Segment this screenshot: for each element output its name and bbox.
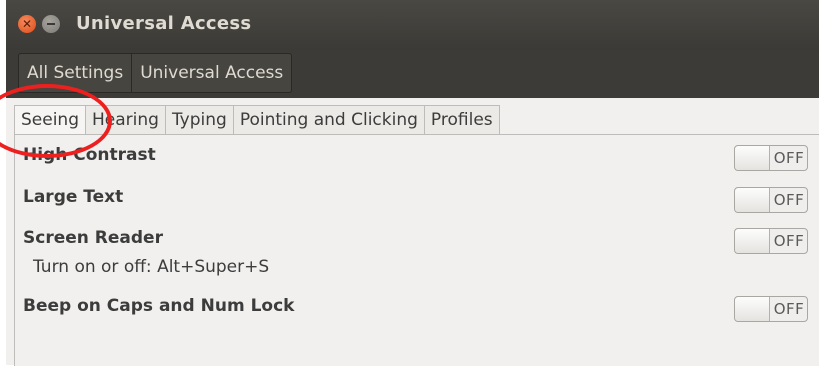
large-text-label: Large Text (23, 187, 124, 207)
title-bar: ✕ Universal Access (6, 0, 819, 50)
minimize-button[interactable] (42, 15, 60, 33)
screen-reader-hint: Turn on or off: Alt+Super+S (33, 257, 270, 277)
beep-caps-num-lock-label: Beep on Caps and Num Lock (23, 296, 295, 316)
close-button[interactable]: ✕ (18, 15, 36, 33)
high-contrast-switch[interactable]: OFF (734, 145, 808, 171)
large-text-switch[interactable]: OFF (734, 187, 808, 213)
switch-knob (735, 188, 770, 212)
switch-state: OFF (773, 232, 805, 250)
breadcrumb-universal-access[interactable]: Universal Access (132, 54, 291, 92)
beep-caps-num-lock-switch[interactable]: OFF (734, 296, 808, 322)
switch-state: OFF (773, 191, 805, 209)
tab-pointing-and-clicking[interactable]: Pointing and Clicking (233, 105, 425, 134)
settings-window: ✕ Universal Access All Settings Universa… (0, 0, 819, 366)
screen-reader-label: Screen Reader (23, 228, 163, 248)
switch-state: OFF (773, 300, 805, 318)
minimize-icon (47, 23, 55, 25)
switch-knob (735, 297, 770, 321)
close-icon: ✕ (21, 17, 33, 31)
window-title: Universal Access (76, 13, 252, 34)
seeing-panel: High Contrast OFF Large Text OFF Screen … (14, 134, 819, 366)
switch-knob (735, 146, 770, 170)
toolbar: All Settings Universal Access (6, 50, 819, 98)
tab-typing[interactable]: Typing (165, 105, 234, 134)
main-content: Seeing Hearing Typing Pointing and Click… (6, 98, 819, 366)
tab-profiles[interactable]: Profiles (424, 105, 500, 134)
switch-knob (735, 229, 770, 253)
switch-state: OFF (773, 149, 805, 167)
screen-reader-switch[interactable]: OFF (734, 228, 808, 254)
